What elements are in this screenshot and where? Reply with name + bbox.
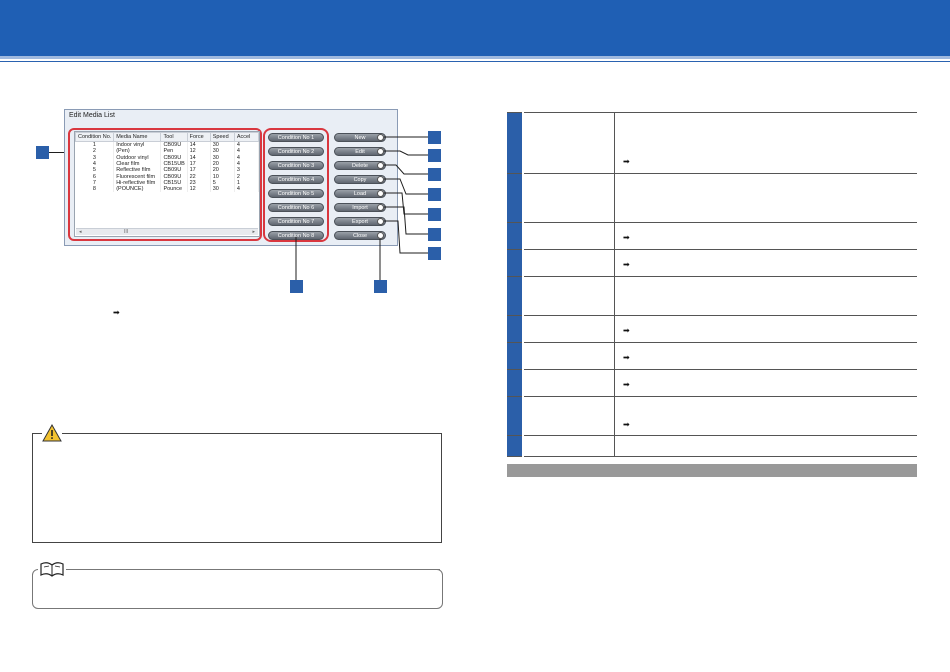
reference-arrow-icon: ➡ [623,157,630,166]
reference-arrow-icon: ➡ [113,308,120,317]
row-number-marker [507,249,524,277]
table-row: ➡ [507,249,917,277]
row-description: ➡ [614,249,917,277]
table-row: ➡ [507,369,917,397]
row-description: ➡ [614,222,917,250]
row-description: ➡ [614,112,917,174]
row-label [523,249,615,277]
row-number-marker [507,396,524,436]
callout-marker-conditions [290,280,303,293]
callout-marker-import [428,228,441,241]
row-number-marker [507,112,524,174]
button-description-table: ➡ ➡ ➡ ➡ ➡ ➡ ➡ [507,112,917,457]
open-book-icon [38,560,66,578]
caution-box [32,433,442,543]
reference-arrow-icon: ➡ [623,353,630,362]
row-label [523,112,615,174]
callout-marker-delete [428,168,441,181]
table-row: ➡ [507,222,917,250]
table-row: ➡ [507,396,917,436]
reference-arrow-icon: ➡ [623,233,630,242]
row-description [614,173,917,223]
table-row: ➡ [507,112,917,174]
row-number-marker [507,222,524,250]
table-row: ➡ [507,342,917,370]
row-label [523,396,615,436]
reference-arrow-icon: ➡ [623,326,630,335]
reference-arrow-icon: ➡ [623,420,630,429]
row-number-marker [507,435,524,457]
row-description: ➡ [614,315,917,343]
row-description: ➡ [614,369,917,397]
row-description [614,435,917,457]
callout-marker-load [428,208,441,221]
row-label [523,276,615,316]
row-label [523,173,615,223]
row-number-marker [507,342,524,370]
callout-marker-copy [428,188,441,201]
row-number-marker [507,276,524,316]
callout-marker-edit [428,149,441,162]
note-header-line [130,569,440,570]
note-box [32,569,443,609]
table-row: ➡ [507,315,917,343]
section-bar [507,464,917,477]
reference-arrow-icon: ➡ [623,380,630,389]
callout-marker-new [428,131,441,144]
callout-marker-close [374,280,387,293]
callout-marker-export [428,247,441,260]
row-label [523,315,615,343]
row-label [523,222,615,250]
row-number-marker [507,173,524,223]
table-row [507,173,917,223]
row-number-marker [507,315,524,343]
row-description: ➡ [614,342,917,370]
reference-arrow-icon: ➡ [623,260,630,269]
row-label [523,435,615,457]
row-description: ➡ [614,396,917,436]
row-number-marker [507,369,524,397]
table-row [507,276,917,316]
caution-header-line [60,433,120,434]
table-row [507,435,917,457]
row-label [523,369,615,397]
warning-triangle-icon [42,424,62,442]
row-description [614,276,917,316]
row-label [523,342,615,370]
